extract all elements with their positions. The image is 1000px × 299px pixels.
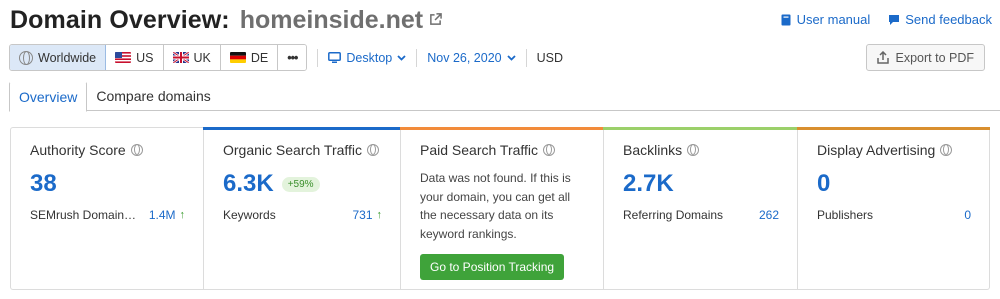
more-icon: ••• [287, 50, 298, 65]
organic-title: Organic Search Traffic [223, 142, 363, 158]
metric-row: Publishers 0 [817, 208, 971, 222]
display-value[interactable]: 0 [817, 170, 830, 198]
db-worldwide-button[interactable]: Worldwide [10, 45, 107, 70]
card-title: Paid Search Traffic [420, 142, 585, 158]
card-display-advertising: Display Advertising 0 Publishers 0 [797, 127, 990, 289]
db-de-label: DE [250, 50, 269, 65]
tab-compare-domains[interactable]: Compare domains [87, 81, 219, 111]
info-globe-icon[interactable] [543, 144, 556, 156]
card-authority-score: Authority Score 38 SEMrush Domain… 1.4M … [11, 128, 204, 289]
device-dropdown[interactable]: Desktop [328, 51, 406, 65]
date-label: Nov 26, 2020 [427, 50, 502, 65]
display-metric-value[interactable]: 0 [964, 208, 971, 222]
date-dropdown[interactable]: Nov 26, 2020 [427, 50, 516, 65]
big-value: 38 [30, 170, 185, 198]
user-manual-link[interactable]: User manual [780, 12, 871, 27]
db-us-label: US [136, 50, 154, 65]
authority-title: Authority Score [30, 142, 126, 158]
backlinks-metric-value[interactable]: 262 [759, 208, 779, 222]
send-feedback-link[interactable]: Send feedback [888, 12, 992, 27]
send-feedback-label: Send feedback [905, 12, 992, 27]
organic-metric-value-wrap[interactable]: 731 ↑ [352, 208, 382, 222]
backlinks-metric-label: Referring Domains [623, 208, 724, 222]
metrics-cards: Authority Score 38 SEMrush Domain… 1.4M … [10, 127, 990, 290]
database-selector: Worldwide US UK DE ••• [9, 44, 308, 71]
tab-bar: Overview Compare domains [9, 81, 1000, 112]
desktop-icon [328, 51, 342, 63]
domain-name[interactable]: homeinside.net [240, 6, 423, 35]
paid-description: Data was not found. If this is your doma… [420, 171, 571, 241]
top-links: User manual Send feedback [780, 12, 992, 27]
card-title: Organic Search Traffic [223, 142, 382, 158]
big-value: 0 [817, 170, 971, 198]
upload-icon [876, 51, 889, 64]
authority-value[interactable]: 38 [30, 170, 57, 198]
display-color-bar [797, 127, 990, 130]
info-globe-icon[interactable] [130, 144, 143, 156]
export-pdf-button[interactable]: Export to PDF [865, 44, 985, 71]
chat-icon [889, 14, 900, 25]
tab-overview[interactable]: Overview [9, 81, 88, 112]
backlinks-color-bar [603, 127, 798, 130]
book-icon [781, 14, 791, 25]
paid-title: Paid Search Traffic [420, 142, 539, 158]
card-title: Authority Score [30, 142, 185, 158]
organic-metric-value: 731 [352, 208, 373, 222]
flag-de-icon [229, 52, 246, 63]
globe-icon [19, 50, 33, 65]
metric-row: Referring Domains 262 [623, 208, 779, 222]
export-pdf-label: Export to PDF [895, 50, 975, 65]
authority-metric-value-wrap[interactable]: 1.4M ↑ [149, 208, 185, 222]
card-organic-traffic: Organic Search Traffic 6.3K +59% Keyword… [203, 127, 401, 289]
organic-value[interactable]: 6.3K [223, 170, 274, 198]
page-title-row: Domain Overview: homeinside.net [10, 6, 442, 35]
trend-up-icon: ↑ [376, 209, 383, 221]
more-databases-button[interactable]: ••• [278, 45, 307, 70]
info-globe-icon[interactable] [687, 144, 700, 156]
authority-metric-label: SEMrush Domain… [30, 208, 137, 222]
card-backlinks: Backlinks 2.7K Referring Domains 262 [603, 127, 798, 289]
db-uk-label: UK [193, 50, 211, 65]
backlinks-value[interactable]: 2.7K [623, 170, 674, 198]
card-paid-traffic: Paid Search Traffic Data was not found. … [400, 127, 604, 289]
db-worldwide-label: Worldwide [38, 50, 97, 65]
paid-color-bar [400, 127, 604, 130]
page-title: Domain Overview: [10, 6, 230, 34]
currency-label: USD [536, 50, 564, 65]
trend-up-icon: ↑ [179, 209, 186, 221]
display-metric-label: Publishers [817, 208, 874, 222]
authority-metric-value: 1.4M [148, 208, 176, 222]
external-link-icon[interactable] [429, 13, 442, 26]
toolbar-divider [525, 48, 527, 67]
metric-row: Keywords 731 ↑ [223, 208, 382, 222]
info-globe-icon[interactable] [367, 144, 380, 156]
chevron-down-icon [397, 54, 406, 61]
toolbar-divider [416, 48, 418, 67]
flag-uk-icon [172, 52, 189, 63]
display-title: Display Advertising [817, 142, 936, 158]
metric-row: SEMrush Domain… 1.4M ↑ [30, 208, 185, 222]
big-value: 2.7K [623, 170, 779, 198]
organic-metric-label: Keywords [223, 208, 276, 222]
flag-us-icon [115, 52, 132, 63]
toolbar: Worldwide US UK DE ••• Desktop Nov 26, 2… [9, 44, 985, 71]
chevron-down-icon [506, 54, 516, 61]
user-manual-label: User manual [796, 12, 871, 27]
card-title: Display Advertising [817, 142, 971, 158]
card-title: Backlinks [623, 142, 779, 158]
device-label: Desktop [346, 50, 393, 65]
backlinks-title: Backlinks [623, 142, 683, 158]
db-de-button[interactable]: DE [220, 45, 279, 70]
position-tracking-button[interactable]: Go to Position Tracking [420, 254, 565, 280]
organic-color-bar [203, 127, 401, 130]
big-value: 6.3K +59% [223, 170, 382, 198]
info-globe-icon[interactable] [940, 144, 953, 156]
db-us-button[interactable]: US [106, 45, 164, 70]
db-uk-button[interactable]: UK [163, 45, 221, 70]
organic-change-badge: +59% [281, 176, 320, 192]
toolbar-divider [317, 48, 319, 67]
